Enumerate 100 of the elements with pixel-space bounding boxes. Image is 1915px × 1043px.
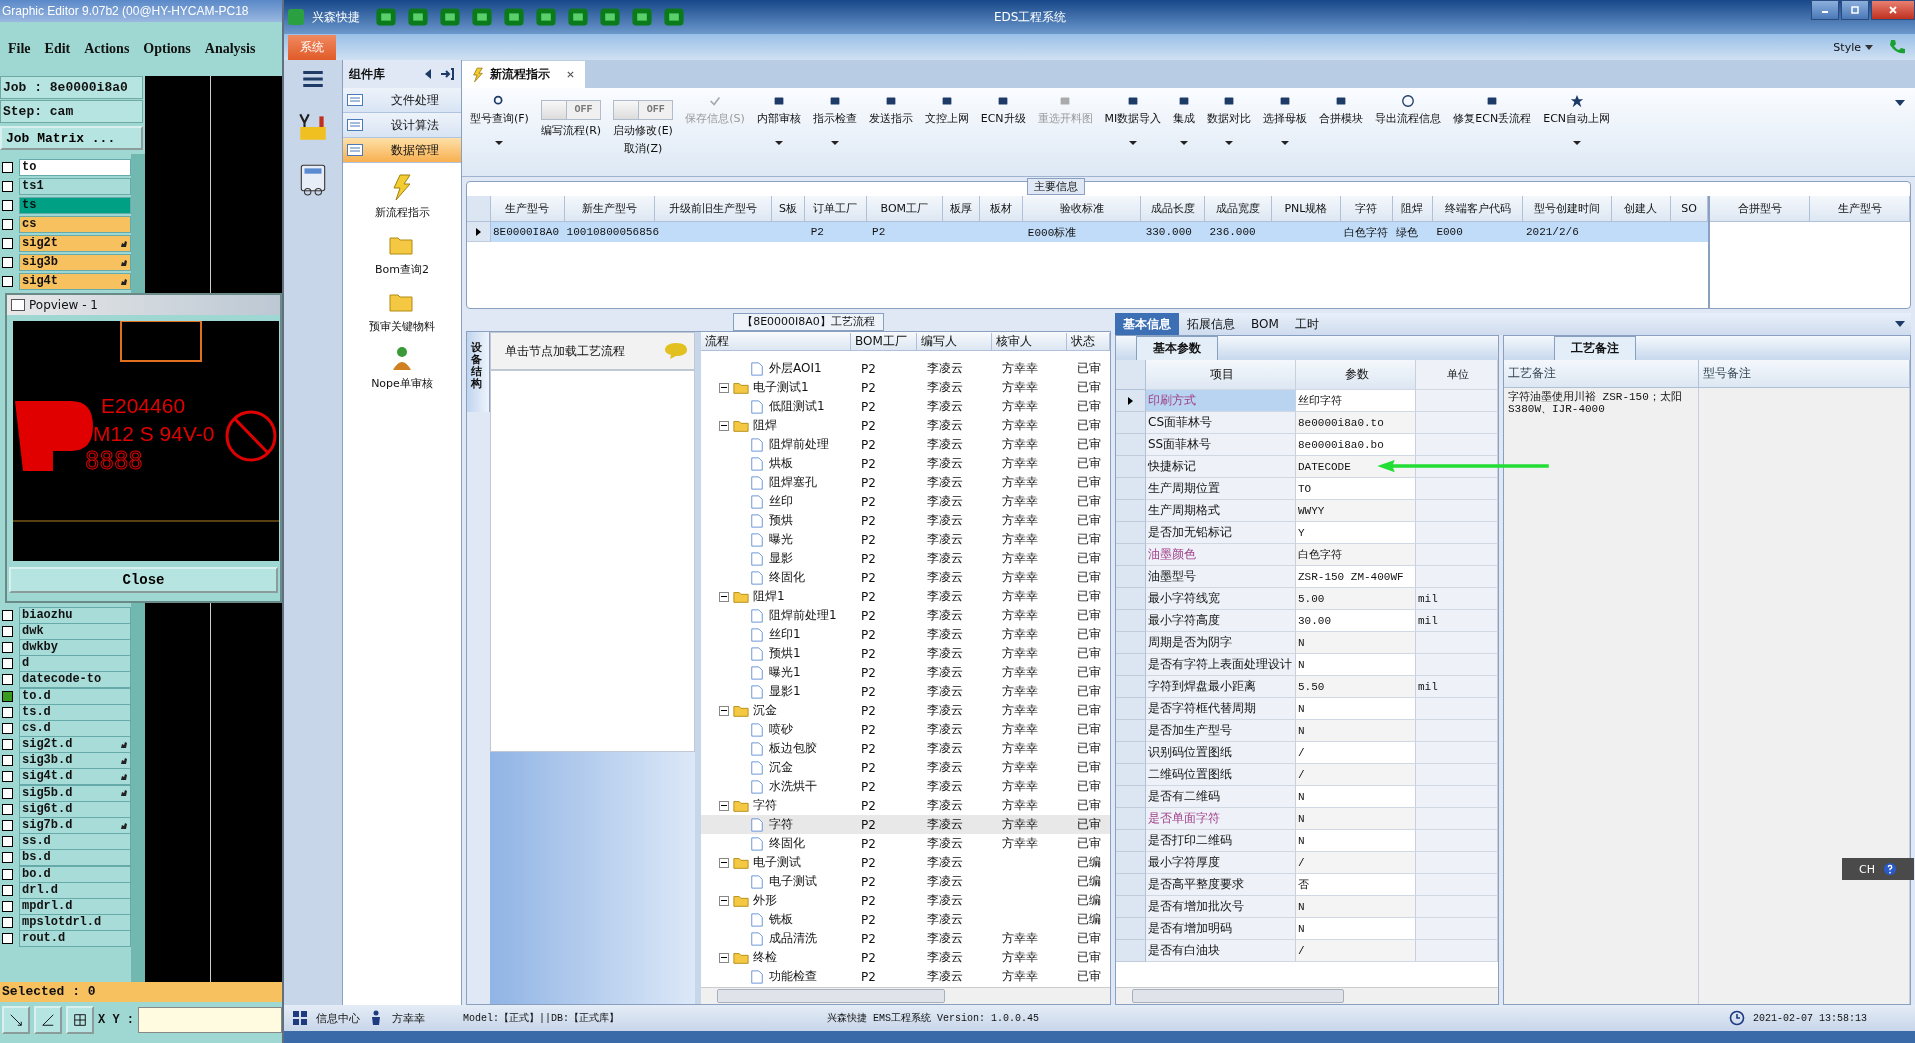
param-row[interactable]: 快捷标记 DATECODE [1116, 456, 1498, 478]
param-row[interactable]: 是否有白油块 / [1116, 940, 1498, 962]
collapse-left-icon[interactable] [425, 69, 431, 79]
tree-row[interactable]: 阻焊塞孔 P2 李凌云 方幸幸 已审 [701, 473, 1110, 492]
tree-row[interactable]: 阻焊 P2 李凌云 方幸幸 已审 [701, 416, 1110, 435]
layer-checkbox[interactable] [2, 884, 13, 896]
tree-row[interactable]: 曝光1 P2 李凌云 方幸幸 已审 [701, 663, 1110, 682]
param-row[interactable]: 是否加生产型号 N [1116, 720, 1498, 742]
param-row[interactable]: 是否有增加明码 N [1116, 918, 1498, 940]
layer-checkbox[interactable] [2, 238, 13, 249]
caret-icon[interactable] [1128, 141, 1137, 145]
layer-checkbox[interactable] [2, 820, 13, 832]
info-tab[interactable]: 基本信息 [1115, 312, 1179, 336]
column-header[interactable]: 状态 [1067, 332, 1110, 350]
caret-icon[interactable] [495, 141, 504, 145]
layer-item[interactable]: ts1 [19, 178, 131, 195]
column-header[interactable]: 流程 [701, 332, 851, 350]
param-row[interactable]: 识别码位置图纸 / [1116, 742, 1498, 764]
collapse-icon[interactable] [719, 857, 729, 868]
tree-row[interactable]: 丝印 P2 李凌云 方幸幸 已审 [701, 492, 1110, 511]
category-item[interactable]: 数据管理 [343, 138, 461, 163]
caret-icon[interactable] [1180, 141, 1189, 145]
param-row[interactable]: 油墨颜色 白色字符 [1116, 544, 1498, 566]
toolbar-button[interactable]: 选择母板 [1259, 92, 1312, 147]
collapse-icon[interactable] [719, 591, 729, 602]
layer-checkbox[interactable] [2, 722, 13, 734]
column-header[interactable]: 合拼型号 [1710, 196, 1810, 222]
tree-row[interactable]: 电子测试1 P2 李凌云 方幸幸 已审 [701, 378, 1110, 397]
tree-row[interactable]: 沉金 P2 李凌云 方幸幸 已审 [701, 701, 1110, 720]
caret-icon[interactable] [1895, 321, 1905, 327]
info-tab[interactable]: 拓展信息 [1179, 312, 1243, 336]
layer-checkbox[interactable] [2, 257, 13, 268]
tree-row[interactable]: 终检 P2 李凌云 方幸幸 已审 [701, 948, 1110, 967]
caret-icon[interactable] [1895, 100, 1905, 106]
panel-tab[interactable]: 工艺备注 [1554, 336, 1636, 360]
tree-row[interactable]: 喷砂 P2 李凌云 方幸幸 已审 [701, 720, 1110, 739]
toolbar-button[interactable]: 型号查询(F) [466, 92, 533, 147]
layer-checkbox[interactable] [2, 690, 13, 702]
layer-checkbox[interactable] [2, 933, 13, 945]
param-row[interactable]: 二维码位置图纸 / [1116, 764, 1498, 786]
toggle-switch[interactable]: OFF [541, 100, 602, 120]
layer-checkbox[interactable] [2, 868, 13, 880]
tree-row[interactable]: 阻焊1 P2 李凌云 方幸幸 已审 [701, 587, 1110, 606]
toolbar-button[interactable]: 数据对比 [1203, 92, 1256, 147]
category-item[interactable]: 文件处理 [343, 88, 461, 113]
toggle-switch[interactable]: OFF [613, 100, 674, 120]
toolbar-button[interactable]: 内部审核 [752, 92, 805, 147]
layer-item[interactable]: sig3b [19, 254, 131, 271]
layer-checkbox[interactable] [2, 625, 13, 637]
toolbar-button[interactable]: MI数据导入 [1100, 92, 1166, 147]
job-matrix-button[interactable]: Job Matrix ... [0, 126, 143, 150]
maximize-button[interactable] [1841, 0, 1869, 20]
param-row[interactable]: CS面菲林号 8e0000i8a0.to [1116, 412, 1498, 434]
caret-icon[interactable] [1281, 141, 1290, 145]
param-row[interactable]: 最小字符厚度 / [1116, 852, 1498, 874]
collapse-icon[interactable] [719, 800, 729, 811]
layer-checkbox[interactable] [2, 200, 13, 211]
tree-row[interactable]: 成品清洗 P2 李凌云 方幸幸 已审 [701, 929, 1110, 948]
info-tab[interactable]: 工时 [1286, 312, 1327, 336]
menu-item[interactable]: Actions [84, 41, 130, 57]
tree-row[interactable]: 字符 P2 李凌云 方幸幸 已审 [701, 796, 1110, 815]
toolbar-button[interactable]: 文控上网 [920, 92, 973, 128]
layer-item[interactable]: rout.d [19, 930, 131, 948]
caret-icon[interactable] [1865, 44, 1873, 50]
menu-item[interactable]: Analysis [204, 41, 256, 57]
tree-row[interactable]: 终固化 P2 李凌云 方幸幸 已审 [701, 568, 1110, 587]
param-row[interactable]: 字符到焊盘最小距离 5.50 mil [1116, 676, 1498, 698]
layer-checkbox[interactable] [2, 276, 13, 287]
tree-row[interactable]: 阻焊前处理 P2 李凌云 方幸幸 已审 [701, 435, 1110, 454]
horizontal-scrollbar[interactable] [1116, 987, 1498, 1004]
param-row[interactable]: 是否打印二维码 N [1116, 830, 1498, 852]
param-row[interactable]: 生产周期位置 TO [1116, 478, 1498, 500]
tree-row[interactable]: 沉金 P2 李凌云 方幸幸 已审 [701, 758, 1110, 777]
tree-row[interactable]: 板边包胶 P2 李凌云 方幸幸 已审 [701, 739, 1110, 758]
tree-row[interactable]: 外形 P2 李凌云 已编 [701, 891, 1110, 910]
tree-row[interactable]: 显影1 P2 李凌云 方幸幸 已审 [701, 682, 1110, 701]
zoom-tool-icon[interactable] [2, 1006, 30, 1034]
layer-item[interactable]: sig4t.d [19, 768, 131, 786]
param-row[interactable]: 最小字符线宽 5.00 mil [1116, 588, 1498, 610]
column-header[interactable]: 单位 [1416, 360, 1498, 390]
tree-row[interactable]: 预烘 P2 李凌云 方幸幸 已审 [701, 511, 1110, 530]
layer-item[interactable]: sig2t [19, 235, 131, 252]
grid-tool-icon[interactable] [66, 1006, 94, 1034]
category-item[interactable]: 设计算法 [343, 113, 461, 138]
layer-checkbox[interactable] [2, 674, 13, 686]
collapse-icon[interactable] [719, 420, 729, 431]
layer-item[interactable]: ts [19, 197, 131, 214]
param-row[interactable]: 最小字符高度 30.00 mil [1116, 610, 1498, 632]
caret-icon[interactable] [1572, 141, 1581, 145]
layer-checkbox[interactable] [2, 771, 13, 783]
info-tab[interactable]: BOM [1243, 314, 1287, 334]
toolbar-button[interactable]: ECN自动上网 [1539, 92, 1615, 147]
caret-icon[interactable] [774, 141, 783, 145]
layer-checkbox[interactable] [2, 706, 13, 718]
column-header[interactable]: BOM工厂 [851, 332, 917, 350]
collapse-icon[interactable] [719, 705, 729, 716]
close-button[interactable] [1871, 0, 1915, 20]
layer-checkbox[interactable] [2, 803, 13, 815]
collapse-icon[interactable] [719, 382, 729, 393]
param-row[interactable]: 周期是否为阴字 N [1116, 632, 1498, 654]
